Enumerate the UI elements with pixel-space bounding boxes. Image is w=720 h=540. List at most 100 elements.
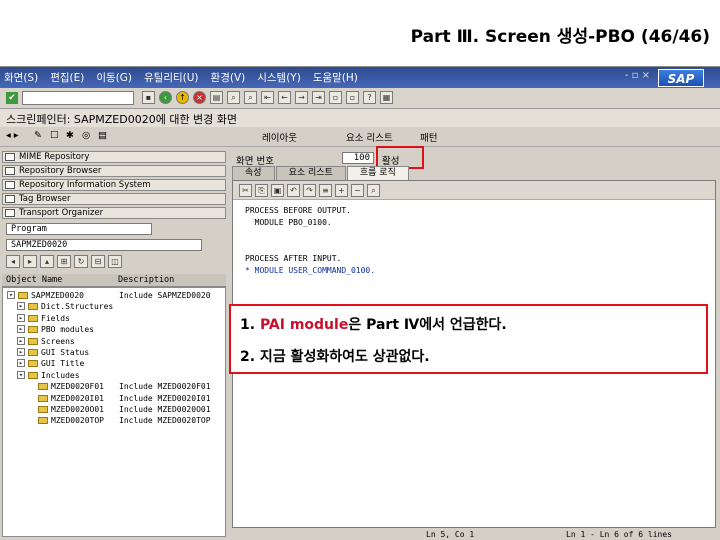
tab-attributes[interactable]: 속성 xyxy=(232,166,275,180)
menu-item-utilities[interactable]: 유틸리티(U) xyxy=(144,70,199,85)
expand-toggle-icon[interactable]: ▾ xyxy=(7,291,15,299)
help-icon[interactable]: ? xyxy=(363,91,376,104)
object-list-icon[interactable]: ▤ xyxy=(98,130,107,144)
tree-item-name: MZED0020I01 xyxy=(51,393,104,403)
print-icon[interactable]: ▤ xyxy=(210,91,223,104)
expand-toggle-icon[interactable]: ▾ xyxy=(17,370,25,379)
up-icon[interactable]: ▴ xyxy=(40,255,54,268)
collapse-icon[interactable]: ⊟ xyxy=(91,255,105,268)
layout-menu-icon[interactable]: ▦ xyxy=(380,91,393,104)
col-description: Description xyxy=(118,275,175,285)
expand-toggle-icon[interactable]: ▸ xyxy=(17,348,25,356)
nav-repository-info-system[interactable]: Repository Information System xyxy=(2,179,226,191)
first-page-icon[interactable]: ⇤ xyxy=(261,91,274,104)
window-controls[interactable]: - ▫ × xyxy=(625,70,650,81)
tab-element-list[interactable]: 요소 리스트 xyxy=(275,166,346,180)
expand-toggle-icon[interactable]: ▸ xyxy=(17,302,25,311)
prev-page-icon[interactable]: ← xyxy=(278,91,291,104)
command-field[interactable] xyxy=(22,91,134,105)
tree-row[interactable]: ▾ SAPMZED0020 Include SAPMZED0020 xyxy=(3,290,225,301)
tree-row[interactable]: MZED0020F01 Include MZED0020F01 xyxy=(3,381,225,392)
next-page-icon[interactable]: → xyxy=(295,91,308,104)
tree-row[interactable]: ▸ GUI Status xyxy=(3,347,225,358)
callout-emphasis: PAI module xyxy=(259,317,349,333)
tree-row[interactable]: ▸ Fields xyxy=(3,313,225,324)
nav-transport-organizer[interactable]: Transport Organizer xyxy=(2,207,226,219)
layout-button[interactable]: 레이아웃 xyxy=(262,130,297,144)
menu-item-environment[interactable]: 환경(V) xyxy=(211,70,246,85)
nav-mime-repository[interactable]: MIME Repository xyxy=(2,151,226,163)
delete-line-icon[interactable]: − xyxy=(351,184,364,197)
find-next-icon[interactable]: ⌕ xyxy=(244,91,257,104)
code-line-comment: * MODULE USER_COMMAND_0100. xyxy=(245,266,376,275)
folder-icon xyxy=(28,303,38,311)
object-name-input[interactable]: SAPMZED0020 xyxy=(6,239,202,251)
menu-item-help[interactable]: 도움말(H) xyxy=(313,70,358,85)
tree-row[interactable]: MZED0020TOP Include MZED0020TOP xyxy=(3,415,225,426)
undo-icon[interactable]: ↶ xyxy=(287,184,300,197)
copy-icon[interactable]: ⎘ xyxy=(255,184,268,197)
pretty-printer-icon[interactable]: ≡ xyxy=(319,184,332,197)
nav-repository-browser[interactable]: Repository Browser xyxy=(2,165,226,177)
cancel-icon[interactable]: × xyxy=(193,91,206,104)
paste-icon[interactable]: ▣ xyxy=(271,184,284,197)
menu-item-goto[interactable]: 이동(G) xyxy=(96,70,132,85)
cut-icon[interactable]: ✂ xyxy=(239,184,252,197)
search-icon[interactable]: ⌕ xyxy=(367,184,380,197)
nav-arrows-icon[interactable]: ◂ ▸ xyxy=(6,130,19,144)
menu-item-screen[interactable]: 화면(S) xyxy=(4,70,38,85)
tree-row[interactable]: MZED0020O01 Include MZED0020O01 xyxy=(3,404,225,415)
col-object-name: Object Name xyxy=(6,275,63,285)
where-used-icon[interactable]: ◎ xyxy=(82,130,90,144)
find-icon[interactable]: ⌕ xyxy=(227,91,240,104)
pattern-button[interactable]: 패턴 xyxy=(420,130,437,144)
tree-row[interactable]: ▸ Dict.Structures xyxy=(3,301,225,312)
activate-icon[interactable]: ✱ xyxy=(66,130,74,144)
callout-box: 1. PAI module은 Part Ⅳ에서 언급한다. 2. 지금 활성화하… xyxy=(229,304,708,374)
enter-check-icon[interactable]: ✔ xyxy=(6,92,18,104)
tree-icon[interactable]: ⊞ xyxy=(57,255,71,268)
save-icon[interactable]: ▪ xyxy=(142,91,155,104)
expand-toggle-icon[interactable]: ▸ xyxy=(17,336,25,345)
tree-row[interactable]: ▸ Screens xyxy=(3,336,225,347)
nav-tag-browser[interactable]: Tag Browser xyxy=(2,193,226,205)
element-list-button[interactable]: 요소 리스트 xyxy=(346,130,393,144)
expand-toggle-icon[interactable]: ▸ xyxy=(17,325,25,334)
folder-icon xyxy=(28,349,38,356)
expand-toggle-icon[interactable]: ▸ xyxy=(17,313,25,322)
tree-item-name: MZED0020F01 xyxy=(51,382,104,392)
display-change-icon[interactable]: ✎ xyxy=(34,130,42,144)
insert-line-icon[interactable]: + xyxy=(335,184,348,197)
forward-nav-icon[interactable]: ▸ xyxy=(23,255,37,268)
nav-label: Repository Browser xyxy=(19,166,102,176)
last-page-icon[interactable]: ⇥ xyxy=(312,91,325,104)
tree-row[interactable]: ▸ GUI Title xyxy=(3,358,225,369)
back-icon[interactable]: ‹ xyxy=(159,91,172,104)
tree-item-name: Includes xyxy=(41,370,80,380)
tree-row[interactable]: ▾ Includes xyxy=(3,370,225,381)
screen-number-field[interactable]: 100 xyxy=(342,152,374,164)
menu-item-system[interactable]: 시스템(Y) xyxy=(257,70,301,85)
screen-title: 스크린페인터: SAPMZED0020에 대한 변경 화면 xyxy=(6,113,238,126)
folder-icon xyxy=(38,383,48,391)
check-syntax-icon[interactable]: ☐ xyxy=(50,130,59,144)
tree-row[interactable]: ▸ PBO modules xyxy=(3,324,225,335)
new-session-icon[interactable]: ▫ xyxy=(329,91,342,104)
redo-icon[interactable]: ↷ xyxy=(303,184,316,197)
tree-item-name: Dict.Structures xyxy=(41,302,114,312)
refresh-icon[interactable]: ↻ xyxy=(74,255,88,268)
tree-item-description: Include MZED0020TOP xyxy=(119,416,211,426)
tab-flow-logic[interactable]: 흐름 로직 xyxy=(346,166,409,180)
display-icon[interactable]: ◫ xyxy=(108,255,122,268)
exit-icon[interactable]: ↑ xyxy=(176,91,189,104)
tree-item-name: PBO modules xyxy=(41,325,94,335)
tree-row[interactable]: MZED0020I01 Include MZED0020I01 xyxy=(3,393,225,404)
shortcut-icon[interactable]: ▫ xyxy=(346,91,359,104)
tree-item-description: Include MZED0020F01 xyxy=(119,382,211,392)
back-nav-icon[interactable]: ◂ xyxy=(6,255,20,268)
expand-toggle-icon[interactable]: ▸ xyxy=(17,359,25,368)
object-type-select[interactable]: Program xyxy=(6,223,152,235)
folder-icon xyxy=(38,394,48,402)
menu-item-edit[interactable]: 편집(E) xyxy=(50,70,84,85)
code-line: PROCESS BEFORE OUTPUT. xyxy=(245,206,351,215)
